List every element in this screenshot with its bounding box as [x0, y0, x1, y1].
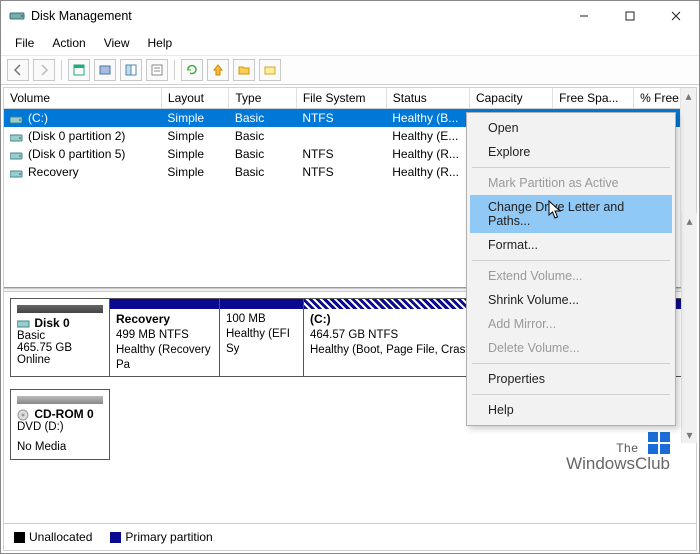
- toolbar-icon[interactable]: [94, 59, 116, 81]
- window-title: Disk Management: [31, 9, 561, 23]
- refresh-icon[interactable]: [181, 59, 203, 81]
- properties-icon[interactable]: [146, 59, 168, 81]
- legend-item: Unallocated: [14, 530, 92, 544]
- partition[interactable]: 100 MBHealthy (EFI Sy: [220, 298, 304, 377]
- menu-item[interactable]: Open: [470, 116, 672, 140]
- scrollbar[interactable]: ▴▾: [681, 292, 696, 443]
- legend-item: Primary partition: [110, 530, 212, 544]
- toolbar: [1, 56, 699, 85]
- menu-item: Add Mirror...: [470, 312, 672, 336]
- menu-file[interactable]: File: [7, 33, 42, 53]
- disk-info[interactable]: Disk 0Basic465.75 GBOnline: [10, 298, 110, 377]
- titlebar[interactable]: Disk Management: [1, 1, 699, 31]
- menubar: FileActionViewHelp: [1, 31, 699, 56]
- minimize-button[interactable]: [561, 1, 607, 31]
- disk-info[interactable]: CD-ROM 0DVD (D:)No Media: [10, 389, 110, 460]
- partition[interactable]: Recovery499 MB NTFSHealthy (Recovery Pa: [110, 298, 220, 377]
- menu-item[interactable]: Change Drive Letter and Paths...: [470, 195, 672, 233]
- menu-item[interactable]: Help: [470, 398, 672, 422]
- folder-icon[interactable]: [233, 59, 255, 81]
- column-header[interactable]: Type: [229, 88, 296, 109]
- toolbar-icon[interactable]: [120, 59, 142, 81]
- context-menu: OpenExplore Mark Partition as ActiveChang…: [466, 112, 676, 426]
- toolbar-icon[interactable]: [259, 59, 281, 81]
- column-header[interactable]: Volume: [4, 88, 161, 109]
- app-icon: [9, 8, 25, 24]
- menu-item: Delete Volume...: [470, 336, 672, 360]
- up-icon[interactable]: [207, 59, 229, 81]
- column-header[interactable]: Free Spa...: [553, 88, 634, 109]
- legend: Unallocated Primary partition: [4, 523, 696, 550]
- column-header[interactable]: Status: [386, 88, 469, 109]
- toolbar-icon[interactable]: [68, 59, 90, 81]
- menu-help[interactable]: Help: [140, 33, 181, 53]
- column-header[interactable]: Capacity: [469, 88, 552, 109]
- close-button[interactable]: [653, 1, 699, 31]
- menu-item[interactable]: Explore: [470, 140, 672, 164]
- menu-item[interactable]: Properties: [470, 367, 672, 391]
- menu-view[interactable]: View: [96, 33, 138, 53]
- menu-item[interactable]: Shrink Volume...: [470, 288, 672, 312]
- column-header[interactable]: Layout: [161, 88, 228, 109]
- menu-item: Mark Partition as Active: [470, 171, 672, 195]
- back-button[interactable]: [7, 59, 29, 81]
- menu-item[interactable]: Format...: [470, 233, 672, 257]
- menu-item: Extend Volume...: [470, 264, 672, 288]
- column-header[interactable]: File System: [296, 88, 386, 109]
- forward-button[interactable]: [33, 59, 55, 81]
- maximize-button[interactable]: [607, 1, 653, 31]
- menu-action[interactable]: Action: [44, 33, 93, 53]
